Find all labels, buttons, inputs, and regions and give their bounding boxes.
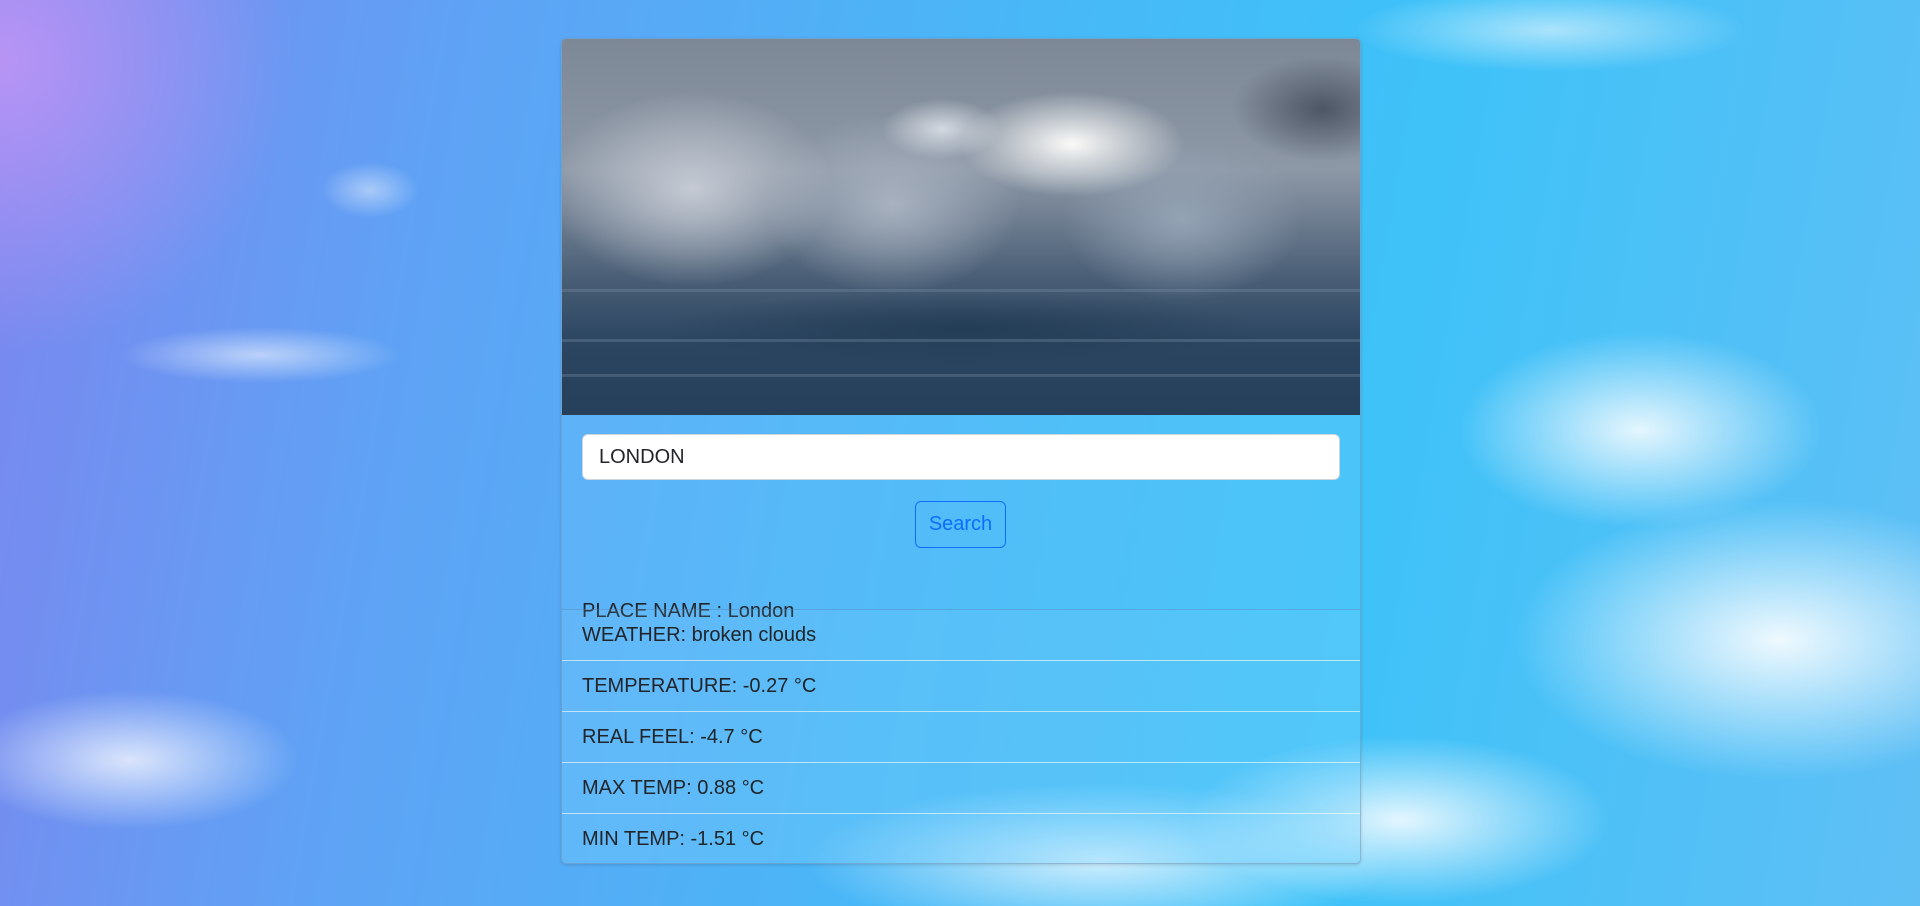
weather-description: WEATHER: broken clouds (562, 609, 1360, 660)
weather-condition-image (562, 39, 1360, 415)
page-background: { "search": { "value": "LONDON", "button… (0, 0, 1920, 906)
cloud-streak (562, 339, 1360, 342)
real-feel-item: REAL FEEL: -4.7 °C (562, 711, 1360, 762)
min-temp-item: MIN TEMP: -1.51 °C (562, 813, 1360, 863)
cloud-streak (562, 374, 1360, 377)
max-temp-item: MAX TEMP: 0.88 °C (562, 762, 1360, 813)
weather-description-text: WEATHER: broken clouds (582, 623, 817, 646)
weather-details-list: WEATHER: broken clouds TEMPERATURE: -0.2… (562, 609, 1360, 863)
max-temp-text: MAX TEMP: 0.88 °C (582, 776, 765, 799)
city-search-input[interactable] (582, 434, 1340, 480)
cloud-streak (562, 289, 1360, 292)
temperature-item: TEMPERATURE: -0.27 °C (562, 660, 1360, 711)
min-temp-text: MIN TEMP: -1.51 °C (582, 827, 765, 850)
search-button[interactable]: Search (915, 501, 1006, 548)
weather-card: Search PLACE NAME : London WEATHER: brok… (561, 38, 1361, 864)
temperature-text: TEMPERATURE: -0.27 °C (582, 674, 817, 697)
real-feel-text: REAL FEEL: -4.7 °C (582, 725, 763, 748)
